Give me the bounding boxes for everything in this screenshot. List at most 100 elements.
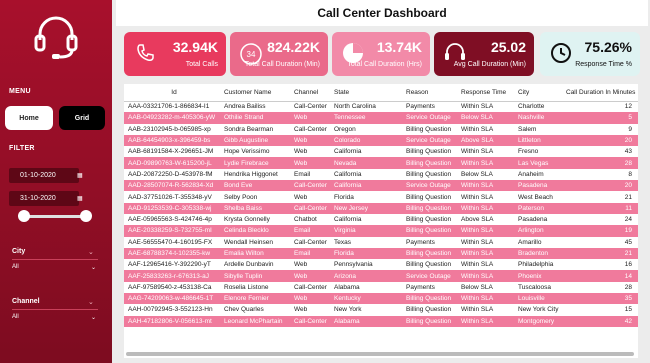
table-cell: Alabama [334,283,360,291]
table-cell: Kentucky [330,293,402,305]
table-cell: Chatbot [294,216,317,224]
table-cell: Above SLA [457,134,514,147]
table-cell: 11 [562,202,638,214]
table-row[interactable]: AAD-91253539-C-305338-wj Shelba Baiss Call… [124,202,638,214]
table-cell: 9 [628,125,632,133]
start-date-input[interactable]: 01-10-2020 ▦ [9,168,83,183]
table-cell: 35 [562,293,638,305]
table-cell: Within SLA [461,261,494,269]
table-cell: Web [294,306,308,314]
table-row[interactable]: AAE-56555470-4-160195-FX Wendall Heinsen C… [124,237,638,248]
table-row[interactable]: AAF-25833263-r-676313-aJ Sibylle Tuplin We… [124,270,638,282]
clock-icon [551,43,571,63]
slider-start-handle[interactable] [18,210,30,222]
table-cell: Payments [406,103,435,111]
menu-label: MENU [9,88,31,95]
table-cell: Florida [334,193,354,201]
table-cell: Service Outage [402,270,457,282]
kpi-value: 824.22K [267,39,320,55]
table-cell: Bond Eve [220,180,290,192]
table-cell: Call-Center [290,180,330,192]
table-row[interactable]: AAH-00792945-3-552123-Hn Chev Quarles Web N… [124,304,638,315]
kpi-label: Total Call Duration (Min) [244,61,320,68]
table-row[interactable]: AAB-23102945-b-065985-xp Sondra Bearman Ca… [124,124,638,135]
calendar-icon[interactable]: ▦ [77,195,83,202]
sidebar: MENU Home Grid FILTER 01-10-2020 ▦ 31-10… [0,0,112,363]
table-cell: Email [294,170,311,178]
table-row[interactable]: AAH-47182806-V-056613-mt Leonard McPharta… [124,315,638,327]
table-row[interactable]: AAA-03321706-1-866834-I1 Andrea Bailiss Ca… [124,101,638,112]
kpi-label: Total Calls [185,61,218,68]
column-header[interactable]: Call Duration In Minutes [562,84,638,102]
table-row[interactable]: AAB-04923282-m-405306-yW Othilie Strand We… [124,112,638,124]
table-cell: Billing Question [406,125,452,133]
table-cell: Leonard McPhartain [220,315,290,327]
table-cell: 45 [624,238,632,246]
table-cell: Email [290,247,330,260]
calendar-icon[interactable]: ▦ [77,172,83,179]
table-cell: California [334,170,362,178]
table-cell: 28 [562,157,638,169]
table-cell: Chev Quarles [224,306,264,314]
column-header[interactable]: Customer Name [220,84,290,102]
table-cell: Payments [406,238,435,246]
table-cell: New York City [518,306,559,314]
table-cell: Call-Center [294,283,327,291]
date-range-slider[interactable] [24,215,84,218]
column-header[interactable]: Id [124,84,220,102]
table-cell: Fresno [518,148,539,156]
slider-end-handle[interactable] [80,210,92,222]
end-date-input[interactable]: 31-10-2020 ▦ [9,191,83,206]
table-cell: Hope Verissimo [224,148,270,156]
table-cell: Arlington [514,225,562,237]
chevron-down-icon[interactable]: ⌄ [88,298,94,306]
table-row[interactable]: AAD-09890763-W-615200-jL Lydie Firebrace W… [124,157,638,169]
table-row[interactable]: AAE-20338259-S-732755-mI Celinda Blecklo E… [124,225,638,237]
table-row[interactable]: AAG-74209063-w-486645-1T Elenore Fernier W… [124,293,638,305]
table-cell: Within SLA [461,125,494,133]
table-cell: North Carolina [334,103,376,111]
table-cell: Call-Center [290,202,330,214]
table-cell: Philadelphia [518,261,554,269]
table-cell: Web [290,270,330,282]
table-cell: Email [290,225,330,237]
channel-select[interactable]: All ⌄ [12,314,96,321]
table-cell: Payments [406,283,435,291]
column-header[interactable]: City [514,84,562,102]
column-header[interactable]: State [330,84,402,102]
column-header[interactable]: Channel [290,84,330,102]
table-cell: Web [290,134,330,147]
table-cell: AAE-68788374-t-102355-kw [124,247,220,260]
column-header[interactable]: Reason [402,84,457,102]
column-header[interactable]: Response Time [457,84,514,102]
table-row[interactable]: AAF-97589540-z-453138-Ca Roselia Listone C… [124,282,638,293]
table-row[interactable]: AAD-20872250-D-453978-fM Hendrika Higgone… [124,169,638,180]
calls-table[interactable]: Id Customer Name Channel State Reason Respons… [124,84,638,358]
table-cell: 5 [562,112,638,124]
table-cell: Louisville [514,293,562,305]
table-cell: AAG-74209063-w-486645-1T [124,293,220,305]
table-cell: AAE-56555470-4-160195-FX [128,238,213,246]
table-cell: Las Vegas [514,157,562,169]
table-row[interactable]: AAD-28507074-R-562834-Xd Bond Eve Call-Cen… [124,180,638,192]
divider [12,259,98,260]
table-row[interactable]: AAE-68788374-t-102355-kw Emalia Wilton Ema… [124,247,638,260]
table-row[interactable]: AAB-68191584-X-296651-JM Hope Verissimo We… [124,146,638,157]
table-row[interactable]: AAD-37751026-T-355348-yV Selby Poon Web Flo… [124,191,638,202]
horizontal-scrollbar[interactable] [126,352,634,356]
table-cell: 15 [624,306,632,314]
table-cell: Salem [518,125,537,133]
table-cell: Within SLA [457,293,514,305]
kpi-card-total-duration-min: 34 824.22K Total Call Duration (Min) [230,32,328,76]
table-row[interactable]: AAB-64454903-x-396459-bs Gibb Augustine We… [124,134,638,147]
chevron-down-icon[interactable]: ⌄ [88,248,94,256]
table-row[interactable]: AAE-05965563-S-424746-4p Krysta Gonnelly C… [124,214,638,225]
table-cell: Pasadena [518,216,548,224]
grid-button[interactable]: Grid [59,106,105,130]
table-cell: Emalia Wilton [220,247,290,260]
table-cell: Below SLA [457,112,514,124]
table-cell: Florida [330,247,402,260]
city-select[interactable]: All ⌄ [12,264,96,271]
table-row[interactable]: AAF-12965416-Y-392290-yT Ardelle Dunbavin… [124,259,638,270]
home-button[interactable]: Home [5,106,53,130]
